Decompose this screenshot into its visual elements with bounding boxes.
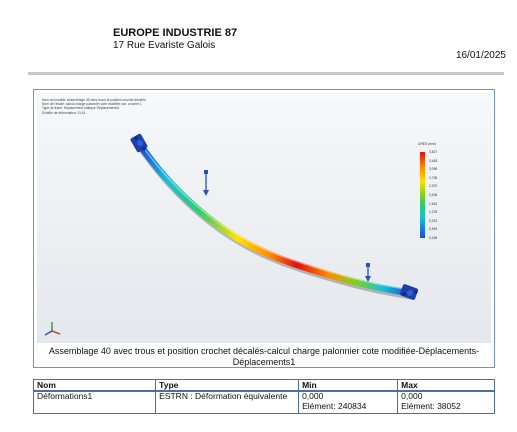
column-header-name: Nom [32, 379, 157, 392]
legend-tick: 1,278 [429, 210, 438, 215]
cell-min: 0,000 Elément: 240834 [298, 390, 399, 414]
beam-shadow [137, 144, 415, 300]
legend-tick: 0,185 [429, 235, 438, 240]
min-element: Elément: 240834 [302, 400, 367, 411]
legend-tick: 2,006 [429, 192, 438, 197]
legend-tick: 3,099 [429, 167, 438, 172]
company-address: 17 Rue Evariste Galois [113, 40, 216, 51]
cell-max: 0,000 Elément: 38052 [397, 390, 495, 414]
plot-caption: Assemblage 40 avec trous et position cro… [48, 346, 480, 367]
max-element: Elément: 38052 [401, 400, 461, 411]
legend-tick: 0,913 [429, 218, 438, 223]
beam-highlight [139, 142, 411, 291]
report-date: 16/01/2025 [455, 50, 506, 61]
table-header-row: Nom Type Min Max [32, 379, 495, 392]
cell-type: ESTRN : Déformation équivalente [155, 390, 300, 414]
legend-tick: 3,827 [429, 150, 438, 154]
legend-tick: 3,463 [429, 158, 438, 163]
table-row: Déformations1 ESTRN : Déformation équiva… [32, 390, 495, 414]
legend-tick: 0,549 [429, 227, 438, 232]
header-divider [28, 72, 504, 75]
cell-name: Déformations1 [32, 390, 157, 414]
axis-triad-icon [44, 322, 61, 336]
legend-title: URES (mm) [418, 142, 436, 146]
simulation-viewport: Nom du modèle: Assemblage 40 avec trous … [37, 93, 491, 343]
legend-tick: 2,735 [429, 175, 438, 180]
results-table: Nom Type Min Max Déformations1 ESTRN : D… [32, 379, 495, 414]
beam-body [136, 141, 414, 297]
column-header-max: Max [397, 379, 495, 392]
column-header-type: Type [155, 379, 300, 392]
legend-ticks: 3,827 3,463 3,099 2,735 2,370 2,006 1,64… [429, 150, 437, 240]
load-arrow-left [203, 170, 209, 196]
plot-frame: Nom du modèle: Assemblage 40 avec trous … [33, 89, 495, 368]
load-arrow-right [365, 263, 371, 282]
legend-tick: 1,642 [429, 201, 438, 206]
company-name: EUROPE INDUSTRIE 87 [113, 27, 238, 39]
legend-color-bar [420, 152, 425, 238]
legend-tick: 2,370 [429, 184, 438, 189]
column-header-min: Min [298, 379, 399, 392]
